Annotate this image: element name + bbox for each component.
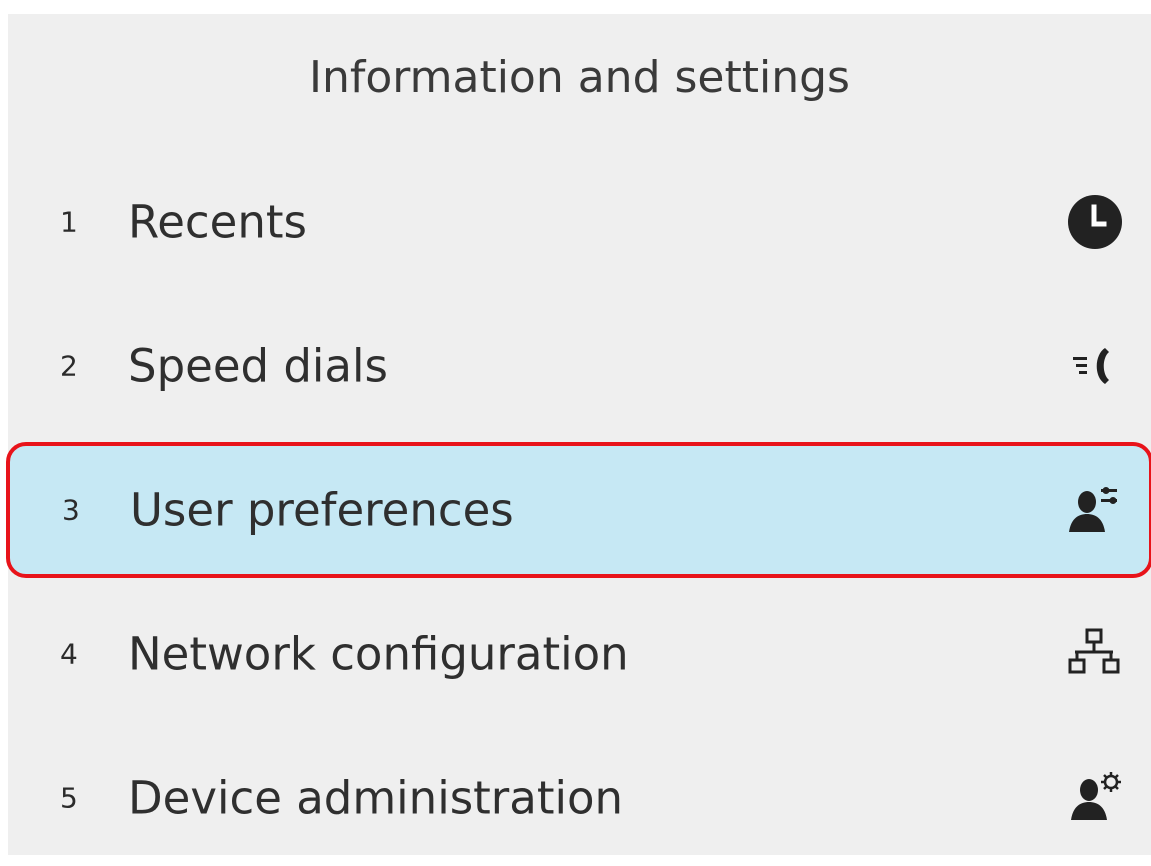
menu-item-number: 1: [60, 205, 78, 239]
admin-icon: [1063, 766, 1127, 830]
menu-item-number: 3: [62, 493, 80, 527]
menu-item-number: 4: [60, 637, 78, 671]
menu-item-number: 2: [60, 349, 78, 383]
network-icon: [1063, 622, 1127, 686]
menu-item-label: Recents: [128, 195, 307, 249]
menu-item-speed-dials[interactable]: 2 Speed dials: [8, 298, 1151, 434]
clock-icon: [1063, 190, 1127, 254]
phone-screen: Information and settings 1 Recents 2 Spe…: [6, 14, 1151, 855]
page-title: Information and settings: [309, 52, 850, 103]
menu-item-label: User preferences: [130, 483, 514, 537]
speed-dial-icon: [1063, 334, 1127, 398]
menu-item-number: 5: [60, 781, 78, 815]
menu-item-user-preferences[interactable]: 3 User preferences: [6, 442, 1151, 578]
menu-item-device-administration[interactable]: 5 Device administration: [8, 730, 1151, 866]
user-preferences-icon: [1061, 478, 1125, 542]
menu-item-label: Device administration: [128, 771, 624, 825]
menu-item-label: Speed dials: [128, 339, 388, 393]
menu-item-network-configuration[interactable]: 4 Network configuration: [8, 586, 1151, 722]
menu-item-label: Network configuration: [128, 627, 629, 681]
menu-item-recents[interactable]: 1 Recents: [8, 154, 1151, 290]
